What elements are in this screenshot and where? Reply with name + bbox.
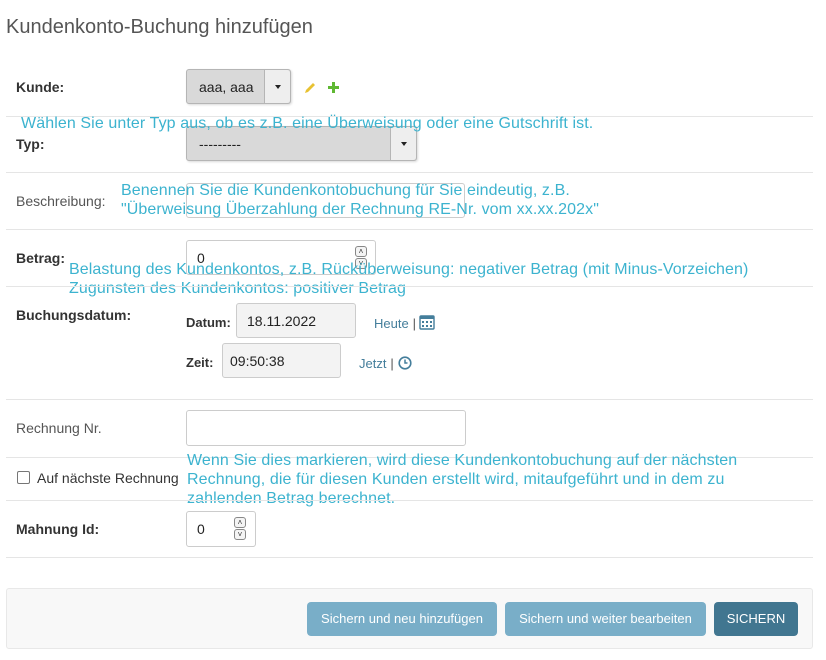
- betrag-label: Betrag:: [16, 250, 66, 266]
- typ-help: Wählen Sie unter Typ aus, ob es z.B. ein…: [21, 115, 594, 132]
- zeit-input[interactable]: 09:50:38: [222, 343, 341, 378]
- row-divider: [6, 286, 813, 287]
- beschreibung-help-line2: "Überweisung Überzahlung der Rechnung RE…: [121, 201, 600, 218]
- auf-naechste-rechnung-help-line1: Wenn Sie dies markieren, wird diese Kund…: [187, 452, 738, 469]
- datum-input[interactable]: 18.11.2022: [236, 303, 356, 338]
- save-button[interactable]: SICHERN: [714, 602, 798, 636]
- kunde-select[interactable]: aaa, aaa: [186, 69, 291, 104]
- zeit-value: 09:50:38: [230, 353, 285, 369]
- kunde-select-value: aaa, aaa: [199, 79, 254, 95]
- row-divider: [6, 500, 813, 501]
- zeit-label: Zeit:: [186, 355, 214, 370]
- row-divider: [6, 399, 813, 400]
- jetzt-link[interactable]: Jetzt: [359, 356, 386, 371]
- separator: |: [390, 356, 394, 371]
- plus-icon[interactable]: [327, 81, 340, 94]
- save-and-add-another-button[interactable]: Sichern und neu hinzufügen: [307, 602, 497, 636]
- calendar-icon[interactable]: [419, 314, 435, 330]
- mahnung-id-input[interactable]: 0 ˄ ˅: [186, 511, 256, 547]
- datum-value: 18.11.2022: [247, 313, 317, 329]
- separator: |: [412, 316, 416, 331]
- auf-naechste-rechnung-help-line2: Rechnung, die für diesen Kunden erstellt…: [187, 471, 725, 488]
- typ-label: Typ:: [16, 136, 45, 152]
- row-divider: [6, 172, 813, 173]
- betrag-help-line1: Belastung des Kundenkontos, z.B. Rückübe…: [69, 261, 749, 278]
- clock-icon[interactable]: [398, 356, 412, 370]
- rechnung-nr-label: Rechnung Nr.: [16, 420, 102, 436]
- auf-naechste-rechnung-label: Auf nächste Rechnung: [37, 470, 179, 486]
- save-and-continue-button[interactable]: Sichern und weiter bearbeiten: [505, 602, 706, 636]
- beschreibung-label: Beschreibung:: [16, 193, 106, 209]
- rechnung-nr-input[interactable]: [186, 410, 466, 446]
- row-divider: [6, 229, 813, 230]
- now-shortcut: Jetzt |: [359, 355, 394, 371]
- stepper-down-icon[interactable]: ˅: [234, 529, 246, 540]
- page-title: Kundenkonto-Buchung hinzufügen: [6, 16, 313, 38]
- stepper-up-icon[interactable]: ˄: [355, 246, 367, 257]
- datum-label: Datum:: [186, 315, 231, 330]
- chevron-down-icon: [264, 70, 290, 103]
- mahnung-id-value: 0: [197, 521, 205, 537]
- mahnung-id-label: Mahnung Id:: [16, 521, 100, 537]
- betrag-help-line2: Zugunsten des Kundenkontos: positiver Be…: [69, 280, 407, 297]
- heute-link[interactable]: Heute: [374, 316, 409, 331]
- buchungsdatum-label: Buchungsdatum:: [16, 307, 132, 323]
- pencil-icon[interactable]: [303, 81, 317, 95]
- row-divider: [6, 557, 813, 558]
- beschreibung-help-line1: Benennen Sie die Kundenkontobuchung für …: [121, 182, 570, 199]
- today-shortcut: Heute |: [374, 315, 416, 331]
- auf-naechste-rechnung-checkbox[interactable]: [17, 471, 30, 484]
- auf-naechste-rechnung-help-line3: zahlenden Betrag berechnet.: [187, 490, 396, 507]
- stepper-up-icon[interactable]: ˄: [234, 517, 246, 528]
- submit-row: Sichern und neu hinzufügen Sichern und w…: [6, 588, 813, 649]
- kunde-label: Kunde:: [16, 79, 65, 95]
